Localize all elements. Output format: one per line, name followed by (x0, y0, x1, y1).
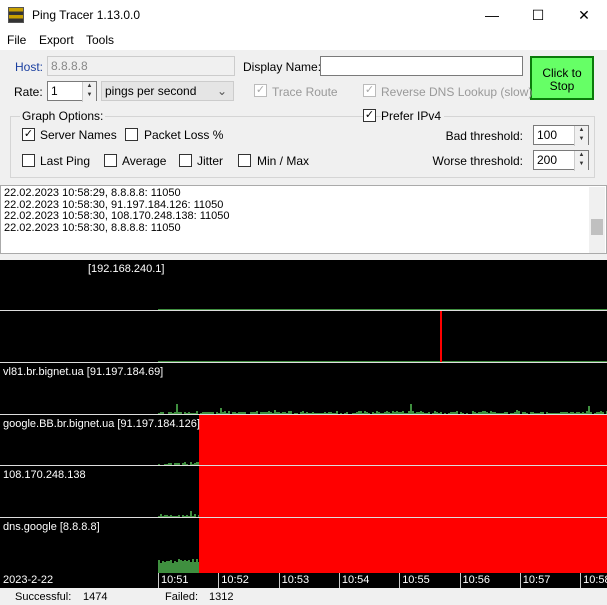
menu-export[interactable]: Export (39, 33, 74, 47)
log-scrollbar[interactable] (589, 187, 605, 253)
prefer-ipv4-checkbox[interactable]: ✓ (363, 109, 376, 122)
start-stop-button[interactable]: Click to Stop (530, 56, 594, 100)
status-bar: Successful: 1474 Failed: 1312 (0, 588, 607, 605)
axis-tick: 10:57 (520, 573, 551, 588)
average-label: Average (122, 154, 166, 168)
rate-unit-value: pings per second (105, 84, 196, 98)
packet-loss-label: Packet Loss % (144, 128, 223, 142)
axis-tick: 10:51 (158, 573, 189, 588)
axis-tick: 10:54 (339, 573, 370, 588)
rate-spinner[interactable]: ▲ ▼ (82, 82, 96, 102)
axis-tick: 10:53 (279, 573, 310, 588)
log-textbox[interactable]: 22.02.2023 10:58:29, 8.8.8.8: 11050 22.0… (0, 185, 607, 254)
successful-count: 1474 (83, 591, 107, 603)
axis-tick: 10:52 (218, 573, 249, 588)
trace-route-label: Trace Route (272, 85, 338, 99)
ping-graph[interactable]: vl81.br.bignet.ua [91.197.184.69] (0, 363, 607, 414)
ping-graph[interactable]: dns.google [8.8.8.8] (0, 518, 607, 573)
graph-options-group (10, 116, 595, 178)
app-icon (8, 7, 24, 23)
graph-options-title: Graph Options: (20, 109, 105, 123)
rate-unit-select[interactable]: pings per second ⌄ (101, 81, 234, 101)
graph-label: dns.google [8.8.8.8] (3, 521, 100, 533)
jitter-label: Jitter (197, 154, 223, 168)
log-line: 22.02.2023 10:58:30, 8.8.8.8: 11050 (4, 223, 603, 235)
close-button[interactable]: ✕ (561, 0, 607, 30)
reverse-dns-label: Reverse DNS Lookup (slow) (381, 85, 532, 99)
graph-label: [192.168.240.1] (88, 263, 164, 275)
rate-input[interactable]: 1 ▲ ▼ (47, 81, 97, 101)
menu-bar: File Export Tools (0, 30, 607, 50)
time-axis: 2023-2-22 10:51 10:52 10:53 10:54 10:55 10:56… (0, 573, 607, 588)
log-line: 22.02.2023 10:58:30, 108.170.248.138: 11… (4, 211, 603, 223)
average-checkbox[interactable] (104, 154, 117, 167)
failure-region (199, 466, 607, 517)
worse-threshold-label: Worse threshold: (433, 154, 524, 168)
worse-threshold-spinner[interactable]: ▲ ▼ (574, 151, 588, 171)
menu-tools[interactable]: Tools (86, 33, 114, 47)
failed-label: Failed: (165, 591, 198, 603)
bad-threshold-spinner[interactable]: ▲ ▼ (574, 126, 588, 146)
log-line: 22.02.2023 10:58:29, 8.8.8.8: 11050 (4, 188, 603, 200)
bad-threshold-input[interactable]: 100 ▲ ▼ (533, 125, 589, 145)
failed-count: 1312 (209, 591, 233, 603)
worse-threshold-input[interactable]: 200 ▲ ▼ (533, 150, 589, 170)
server-names-label: Server Names (40, 128, 117, 142)
min-max-checkbox[interactable] (238, 154, 251, 167)
bad-threshold-label: Bad threshold: (446, 129, 523, 143)
display-name-label: Display Name: (243, 60, 321, 74)
chevron-down-icon: ⌄ (217, 84, 227, 98)
server-names-checkbox[interactable]: ✓ (22, 128, 35, 141)
ping-graph[interactable]: google.BB.br.bignet.ua [91.197.184.126] (0, 415, 607, 465)
failure-spike (440, 311, 442, 362)
graph-label: vl81.br.bignet.ua [91.197.184.69] (3, 366, 163, 378)
host-input[interactable]: 8.8.8.8 (47, 56, 235, 76)
menu-file[interactable]: File (7, 33, 26, 47)
axis-tick: 10:55 (399, 573, 430, 588)
display-name-input[interactable] (320, 56, 523, 76)
rate-value: 1 (51, 84, 58, 98)
ping-graph[interactable] (0, 311, 607, 362)
minimize-button[interactable]: — (469, 0, 515, 30)
ping-graph[interactable]: 108.170.248.138 (0, 466, 607, 517)
prefer-ipv4-label: Prefer IPv4 (381, 109, 444, 123)
successful-label: Successful: (15, 591, 71, 603)
graph-label: 108.170.248.138 (3, 469, 86, 481)
reverse-dns-checkbox[interactable]: ✓ (363, 84, 376, 97)
ping-graph[interactable]: [192.168.240.1] (0, 260, 607, 310)
host-label: Host: (15, 60, 43, 74)
trace-route-checkbox[interactable]: ✓ (254, 84, 267, 97)
axis-tick: 10:58 (580, 573, 607, 588)
last-ping-label: Last Ping (40, 154, 90, 168)
worse-threshold-value: 200 (537, 153, 557, 167)
graph-label: google.BB.br.bignet.ua [91.197.184.126] (3, 418, 200, 430)
failure-region (199, 415, 607, 465)
axis-date: 2023-2-22 (3, 573, 53, 588)
window-title: Ping Tracer 1.13.0.0 (32, 8, 140, 22)
packet-loss-checkbox[interactable] (125, 128, 138, 141)
scrollbar-thumb[interactable] (591, 219, 603, 235)
title-bar: Ping Tracer 1.13.0.0 — ☐ ✕ (0, 0, 607, 30)
jitter-checkbox[interactable] (179, 154, 192, 167)
last-ping-checkbox[interactable] (22, 154, 35, 167)
min-max-label: Min / Max (257, 154, 309, 168)
bad-threshold-value: 100 (537, 128, 557, 142)
axis-tick: 10:56 (460, 573, 491, 588)
failure-region (199, 518, 607, 573)
rate-label: Rate: (14, 85, 43, 99)
maximize-button[interactable]: ☐ (515, 0, 561, 30)
